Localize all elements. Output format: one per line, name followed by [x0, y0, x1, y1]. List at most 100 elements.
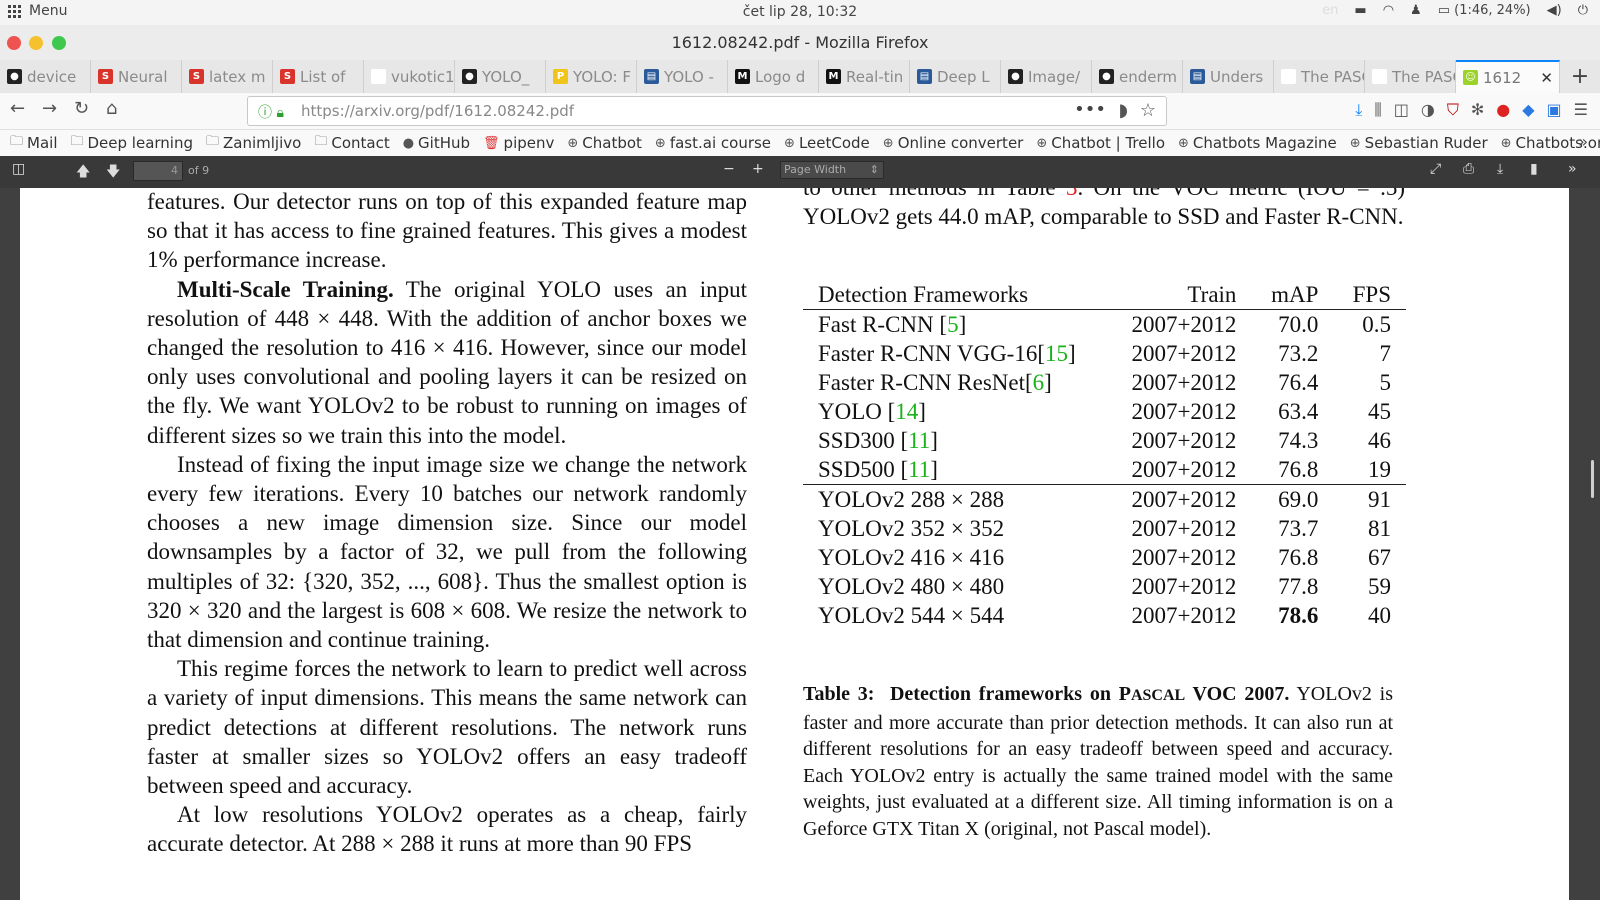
battery-status[interactable]: ▭ (1:46, 24%) [1438, 3, 1531, 18]
table-ref-link[interactable]: 3 [1066, 188, 1078, 200]
tab-4[interactable]: vukotic14 [364, 60, 455, 93]
bookmark-8[interactable]: ⊕ LeetCode [784, 134, 870, 152]
citation-link[interactable]: 14 [895, 399, 918, 424]
tab-14[interactable]: The PASCA [1274, 60, 1365, 93]
tab-10[interactable]: ▤ Deep L [910, 60, 1001, 93]
url-bar[interactable]: ⓘ 🔒︎ https://arxiv.org/pdf/1612.08242.pd… [247, 96, 1167, 126]
map-cell: 77.8 [1278, 574, 1319, 599]
tab-3[interactable]: S List of [273, 60, 364, 93]
fps-cell: 67 [1368, 545, 1391, 570]
toggle-sidebar-icon[interactable]: ◫ [12, 161, 25, 177]
tab-1[interactable]: S Neural [91, 60, 182, 93]
folder-icon: 🗀︎ [10, 134, 24, 149]
drive-icon[interactable]: ▬ [1354, 3, 1366, 18]
bookmark-0[interactable]: 🗀︎ Mail [10, 132, 57, 154]
framework-name-cell: Faster R-CNN VGG-16[15] [803, 339, 1108, 368]
tab-13[interactable]: ▤ Unders [1183, 60, 1274, 93]
extension-lock-icon[interactable]: ▣ [1547, 100, 1562, 120]
extension-paw-icon[interactable]: ✻ [1471, 100, 1484, 120]
download-icon[interactable]: ⤓ [1355, 100, 1362, 120]
forward-arrow-icon[interactable]: → [42, 98, 57, 119]
wifi-icon[interactable]: ◠ [1383, 3, 1394, 18]
citation-link[interactable]: 11 [908, 457, 930, 482]
tab-15[interactable]: The PASCA [1365, 60, 1456, 93]
train-cell: 2007+2012 [1131, 603, 1237, 628]
sidebar-icon[interactable]: ◫ [1394, 100, 1409, 120]
tab-16[interactable]: ☺ 1612 ✕ [1456, 60, 1560, 93]
url-text[interactable]: https://arxiv.org/pdf/1612.08242.pdf [301, 102, 574, 120]
citation-link[interactable]: 11 [908, 428, 930, 453]
tab-7[interactable]: ▤ YOLO - [637, 60, 728, 93]
tab-0[interactable]: ● device [0, 60, 91, 93]
zoom-select[interactable]: Page Width ⇕ [780, 161, 884, 179]
tab-label: 1612 [1483, 68, 1522, 87]
citation-link[interactable]: 5 [947, 312, 959, 337]
paragraph: At low resolutions YOLOv2 operates as a … [147, 802, 747, 857]
power-icon[interactable]: ⏻ [1578, 3, 1588, 18]
home-icon[interactable]: ⌂ [106, 98, 117, 119]
zoom-in-button[interactable]: + [752, 161, 764, 177]
bookmark-view-icon[interactable]: ▮ [1530, 161, 1538, 177]
pdf-viewer[interactable]: features. Our detector runs on top of th… [0, 188, 1600, 900]
extension-circle-icon[interactable]: ◑ [1421, 100, 1435, 120]
pocket-icon[interactable]: ◗ [1119, 100, 1128, 121]
presentation-mode-icon[interactable]: ⤢ [1430, 161, 1441, 177]
tools-menu-chevron-icon[interactable]: » [1568, 161, 1577, 177]
adblock-icon[interactable]: ● [1496, 100, 1510, 120]
keyboard-layout-indicator[interactable]: en [1322, 3, 1338, 18]
bookmark-star-icon[interactable]: ☆ [1140, 100, 1156, 121]
bookmark-3[interactable]: 🗀︎ Contact [314, 132, 389, 154]
citation-link[interactable]: 15 [1045, 341, 1068, 366]
blank-favicon-icon [371, 69, 386, 84]
bookmark-5[interactable]: 🗑︎ pipenv [483, 134, 554, 152]
notification-bell-icon[interactable]: ♟ [1410, 3, 1422, 18]
extension-badge-icon[interactable]: ◆ [1522, 100, 1534, 120]
tab-12[interactable]: ● enderm [1092, 60, 1183, 93]
reload-icon[interactable]: ↻ [74, 98, 89, 119]
print-icon[interactable]: ⎙ [1463, 161, 1474, 177]
page-number-input[interactable]: 4 [133, 161, 183, 181]
tab-8[interactable]: M Logo d [728, 60, 819, 93]
new-tab-button[interactable]: + [1560, 60, 1600, 93]
tab-6[interactable]: P YOLO: F [546, 60, 637, 93]
library-icon[interactable]: ⫼ [1374, 100, 1381, 120]
scrollbar-thumb[interactable] [1591, 460, 1594, 498]
close-tab-icon[interactable]: ✕ [1540, 69, 1553, 87]
github-favicon-icon: ● [462, 69, 477, 84]
tab-9[interactable]: M Real-tin [819, 60, 910, 93]
bookmark-12[interactable]: ⊕ Sebastian Ruder [1350, 134, 1488, 152]
bookmark-1[interactable]: 🗀︎ Deep learning [70, 132, 193, 154]
train-cell: 2007+2012 [1131, 399, 1237, 424]
tab-5[interactable]: ● YOLO_ [455, 60, 546, 93]
previous-page-icon[interactable]: 🡅︎ [76, 161, 90, 185]
fps-cell: 45 [1368, 399, 1391, 424]
tab-label: vukotic14 [391, 67, 455, 86]
zoom-out-button[interactable]: − [723, 161, 735, 177]
bookmark-9[interactable]: ⊕ Online converter [883, 134, 1024, 152]
bookmark-6[interactable]: ⊕ Chatbot [567, 134, 642, 152]
table-header-row: Detection Frameworks Train mAP FPS [803, 280, 1406, 310]
doc-favicon-icon: ▤ [917, 69, 932, 84]
framework-name: YOLOv2 416 × 416 [818, 545, 1005, 570]
citation-link[interactable]: 6 [1033, 370, 1045, 395]
intro-text: to other methods in Table [803, 188, 1066, 200]
page-actions-menu-icon[interactable]: ••• [1074, 99, 1106, 120]
pdf-toolbar: ◫ 🡅︎ 🡇︎ 4 of 9 − + Page Width ⇕ ⤢ ⎙ ⤓ ▮ » [0, 156, 1600, 188]
bookmarks-overflow-chevron-icon[interactable]: » [1578, 132, 1588, 151]
tab-2[interactable]: Slatex m [182, 60, 273, 93]
next-page-icon[interactable]: 🡇︎ [106, 161, 120, 185]
secure-lock-icon[interactable]: ⓘ 🔒︎ [258, 102, 284, 122]
bookmark-label: Deep learning [87, 134, 194, 152]
bookmark-10[interactable]: ⊕ Chatbot | Trello [1036, 134, 1165, 152]
tab-11[interactable]: ● Image/ [1001, 60, 1092, 93]
volume-icon[interactable]: ◀) [1547, 3, 1562, 18]
bookmark-2[interactable]: 🗀︎ Zanimljivo [206, 132, 301, 154]
save-download-icon[interactable]: ⤓ [1497, 161, 1503, 177]
bookmark-7[interactable]: ⊕ fast.ai course [655, 134, 771, 152]
ublock-icon[interactable]: ⛉ [1447, 100, 1459, 120]
bookmark-11[interactable]: ⊕ Chatbots Magazine [1178, 134, 1337, 152]
bookmark-4[interactable]: ● GitHub [403, 134, 470, 152]
hamburger-menu-icon[interactable]: ☰ [1574, 100, 1588, 120]
back-arrow-icon[interactable]: ← [10, 98, 25, 119]
globe-icon: ⊕ [567, 135, 579, 151]
